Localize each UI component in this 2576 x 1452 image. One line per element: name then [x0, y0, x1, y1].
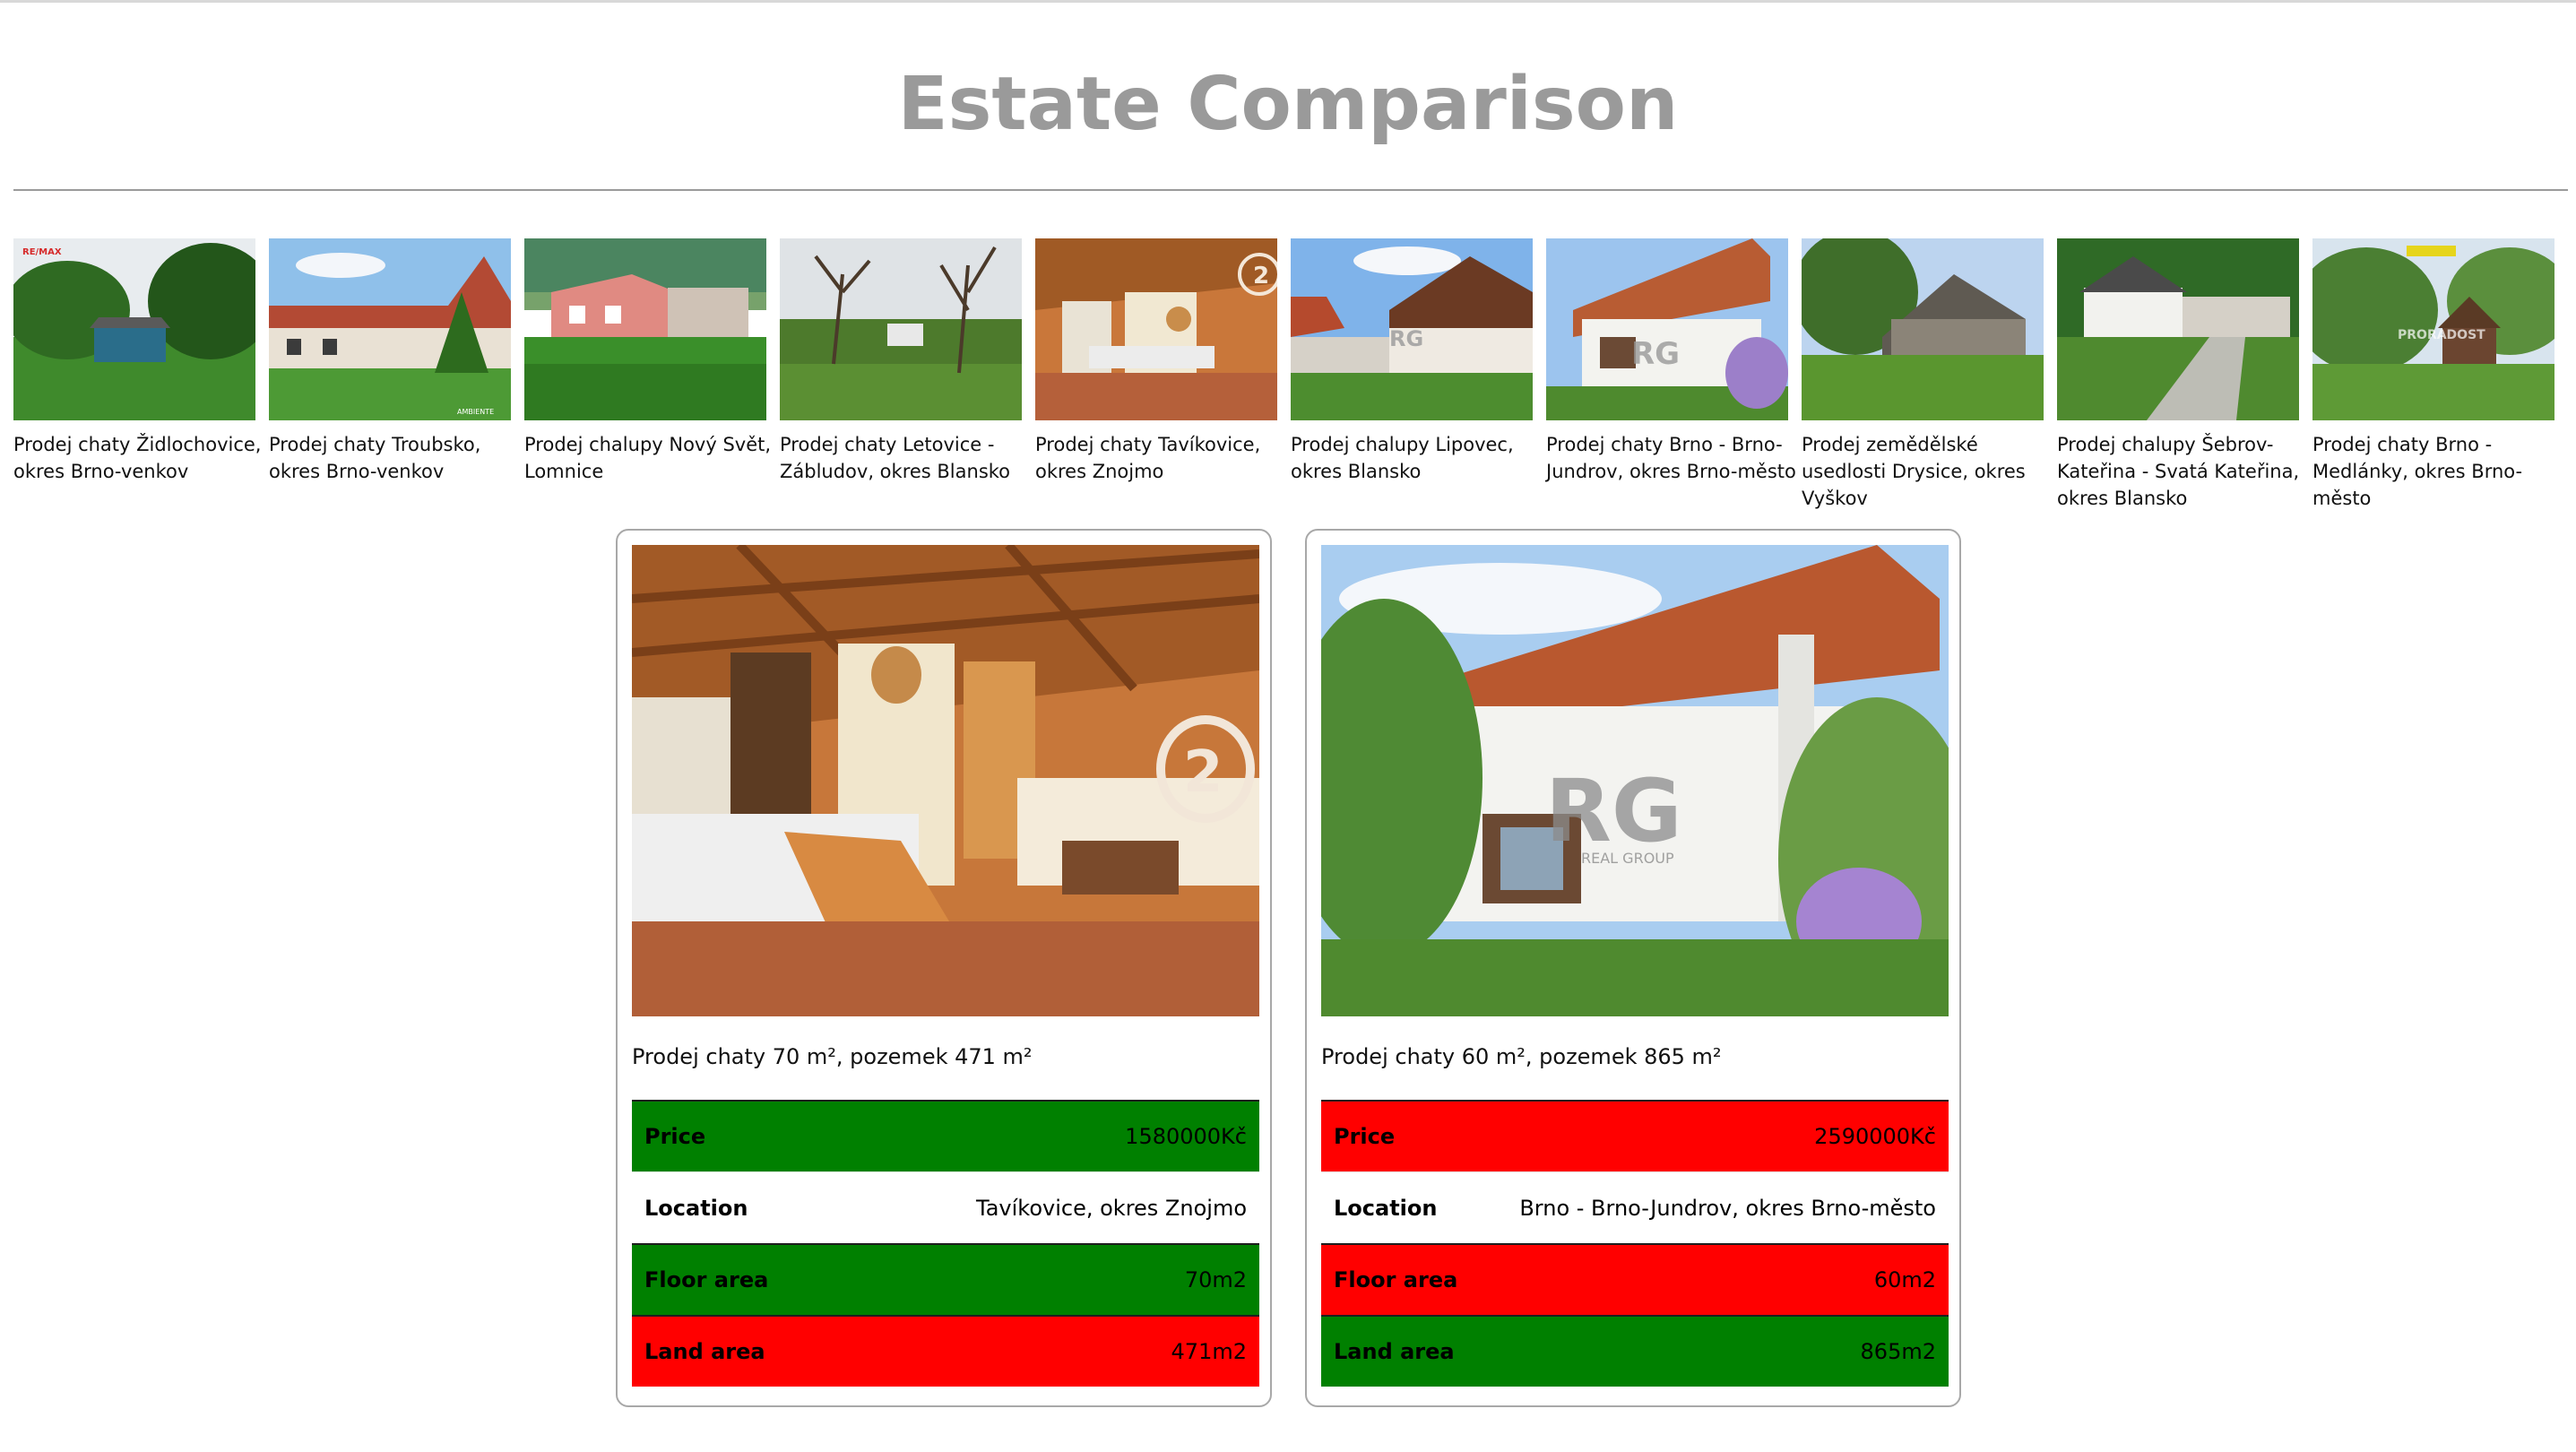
listing-label: Prodej chalupy Šebrov-Kateřina - Svatá K… [2057, 434, 2300, 509]
listing-item[interactable]: PRORADOST Prodej chaty Brno - Medlánky, … [2312, 238, 2554, 512]
listing-photo[interactable] [2057, 238, 2299, 420]
listing-photo[interactable]: RG [1546, 238, 1788, 420]
page-title: Estate Comparison [897, 62, 1679, 147]
comparison-card[interactable]: RG REAL GROUP Prodej chaty 60 m², pozeme… [1305, 529, 1961, 1407]
spec-table: Price 1580000Kč Location Tavíkovice, okr… [632, 1100, 1259, 1387]
rg-logo: RG [1389, 326, 1423, 351]
agency-logo: 2 [1253, 263, 1269, 290]
listing-label: Prodej chaty Židlochovice, okres Brno-ve… [13, 434, 262, 482]
listing-photo[interactable]: RG [1291, 238, 1533, 420]
listing-strip: RE/MAX Prodej chaty Židlochovice, okres … [13, 238, 2568, 516]
spec-label: Location [644, 1195, 748, 1221]
spec-value: 865m2 [1860, 1339, 1936, 1364]
spec-value: 60m2 [1873, 1267, 1936, 1292]
spec-value: Tavíkovice, okres Znojmo [976, 1195, 1247, 1221]
listing-item[interactable]: RG Prodej chaty Brno - Brno-Jundrov, okr… [1546, 238, 1796, 485]
card-title: Prodej chaty 60 m², pozemek 865 m² [1321, 1044, 1722, 1069]
spec-row-floor-area: Floor area 60m2 [1321, 1243, 1949, 1315]
spec-value: 1580000Kč [1125, 1124, 1247, 1149]
listing-photo[interactable]: RE/MAX [13, 238, 255, 420]
spec-value: Brno - Brno-Jundrov, okres Brno-město [1519, 1195, 1936, 1221]
comparison-card[interactable]: 2 Prodej chaty 70 m², pozemek 471 m² Pri… [616, 529, 1272, 1407]
listing-item[interactable]: Prodej chalupy Šebrov-Kateřina - Svatá K… [2057, 238, 2299, 512]
spec-value: 70m2 [1184, 1267, 1247, 1292]
spec-row-price: Price 1580000Kč [632, 1100, 1259, 1171]
spec-label: Land area [644, 1339, 765, 1364]
rg-logo: RG [1631, 336, 1680, 372]
listing-photo[interactable] [524, 238, 766, 420]
listing-item[interactable]: RE/MAX Prodej chaty Židlochovice, okres … [13, 238, 261, 485]
spec-label: Floor area [644, 1267, 769, 1292]
listing-item[interactable]: 2 Prodej chaty Tavíkovice, okres Znojmo [1035, 238, 1277, 485]
card-photo: 2 [632, 545, 1259, 1016]
spec-table: Price 2590000Kč Location Brno - Brno-Jun… [1321, 1100, 1949, 1387]
listing-item[interactable]: Prodej chalupy Nový Svět, Lomnice [524, 238, 771, 485]
listing-label: Prodej chalupy Nový Svět, Lomnice [524, 434, 772, 482]
spec-row-price: Price 2590000Kč [1321, 1100, 1949, 1171]
spec-row-location: Location Tavíkovice, okres Znojmo [632, 1171, 1259, 1243]
listing-photo[interactable]: AMBIENTE [269, 238, 511, 420]
listing-photo[interactable]: 2 [1035, 238, 1277, 420]
spec-label: Floor area [1334, 1267, 1458, 1292]
listing-label: Prodej chaty Tavíkovice, okres Znojmo [1035, 434, 1261, 482]
listing-label: Prodej chaty Letovice - Zábludov, okres … [780, 434, 1011, 482]
listing-label: Prodej chaty Brno - Medlánky, okres Brno… [2312, 434, 2523, 509]
card-title: Prodej chaty 70 m², pozemek 471 m² [632, 1044, 1033, 1069]
card-photo: RG REAL GROUP [1321, 545, 1949, 1016]
spec-label: Price [644, 1124, 706, 1149]
spec-label: Location [1334, 1195, 1438, 1221]
spec-value: 2590000Kč [1814, 1124, 1936, 1149]
listing-label: Prodej chaty Brno - Brno-Jundrov, okres … [1546, 434, 1796, 482]
listing-item[interactable]: Prodej zemědělské usedlosti Drysice, okr… [1802, 238, 2044, 512]
agency-logo: 2 [1183, 739, 1223, 806]
spec-label: Price [1334, 1124, 1396, 1149]
listing-label: Prodej zemědělské usedlosti Drysice, okr… [1802, 434, 2026, 509]
listing-item[interactable]: AMBIENTE Prodej chaty Troubsko, okres Br… [269, 238, 511, 485]
listing-label: Prodej chaty Troubsko, okres Brno-venkov [269, 434, 481, 482]
spec-row-location: Location Brno - Brno-Jundrov, okres Brno… [1321, 1171, 1949, 1243]
title-divider [13, 189, 2568, 191]
ambiente-logo: AMBIENTE [457, 408, 494, 416]
rg-logo: RG [1545, 761, 1682, 861]
listing-photo[interactable]: PRORADOST [2312, 238, 2554, 420]
proradost-logo: PRORADOST [2398, 328, 2485, 342]
spec-row-land-area: Land area 471m2 [632, 1315, 1259, 1387]
listing-item[interactable]: RG Prodej chalupy Lipovec, okres Blansko [1291, 238, 1533, 485]
rg-logo-subtext: REAL GROUP [1581, 850, 1674, 867]
listing-photo[interactable] [780, 238, 1022, 420]
spec-value: 471m2 [1171, 1339, 1247, 1364]
spec-label: Land area [1334, 1339, 1455, 1364]
remax-logo: RE/MAX [22, 247, 62, 257]
spec-row-land-area: Land area 865m2 [1321, 1315, 1949, 1387]
spec-row-floor-area: Floor area 70m2 [632, 1243, 1259, 1315]
listing-item[interactable]: Prodej chaty Letovice - Zábludov, okres … [780, 238, 1022, 485]
top-border [0, 0, 2576, 3]
listing-photo[interactable] [1802, 238, 2044, 420]
listing-label: Prodej chalupy Lipovec, okres Blansko [1291, 434, 1514, 482]
